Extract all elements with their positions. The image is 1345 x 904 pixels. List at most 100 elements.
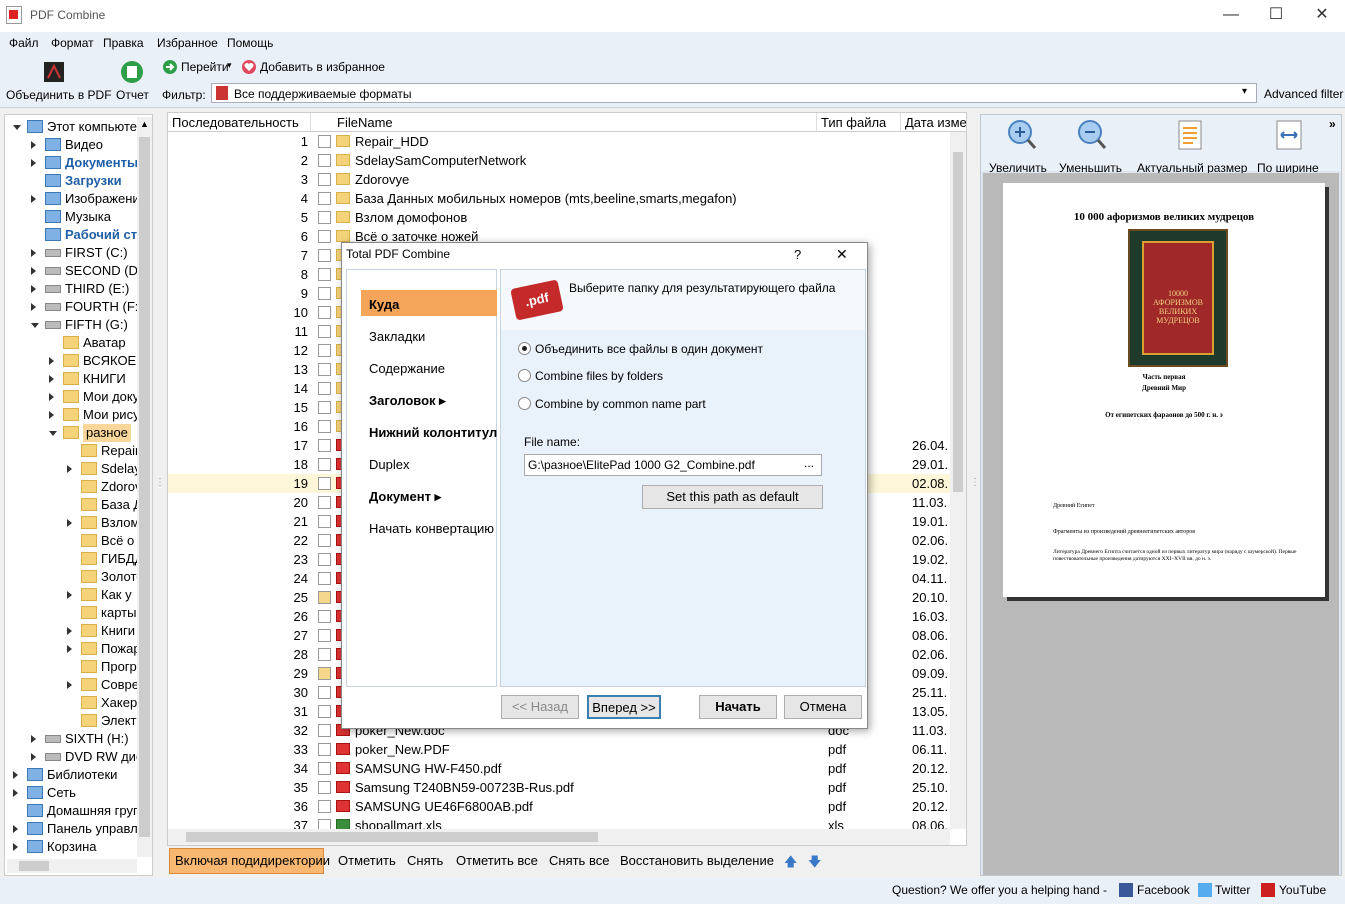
menu-favorites[interactable]: Избранное (157, 36, 218, 50)
twitter-link[interactable]: Twitter (1215, 883, 1250, 897)
file-name-input[interactable]: G:\разное\ElitePad 1000 G2_Combine.pdf .… (524, 454, 822, 476)
expand-down-icon[interactable] (31, 323, 39, 328)
row-checkbox[interactable] (318, 610, 331, 623)
expand-right-icon[interactable] (13, 771, 18, 779)
row-checkbox[interactable] (318, 515, 331, 528)
table-row[interactable]: 35 Samsung T240BN59-00723B-Rus.pdf pdf 25.1… (168, 778, 950, 797)
next-button[interactable]: Вперед >> (587, 695, 661, 719)
zoom-out-button[interactable]: Уменьшить (1057, 117, 1127, 175)
menu-file[interactable]: Файл (9, 36, 39, 50)
facebook-link[interactable]: Facebook (1137, 883, 1190, 897)
col-sequence[interactable]: Последовательность (168, 113, 311, 132)
add-favorite-button[interactable]: Добавить в избранное (242, 59, 385, 77)
table-row[interactable]: 5 Взлом домофонов (168, 208, 950, 227)
row-checkbox[interactable] (318, 287, 331, 300)
overflow-chevron-icon[interactable]: » (1329, 117, 1336, 131)
col-filename[interactable]: FileName (311, 113, 817, 132)
expand-right-icon[interactable] (31, 285, 36, 293)
browse-button[interactable]: ... (804, 456, 814, 470)
preview-canvas[interactable]: 10 000 афоризмов великих мудрецов 10000 … (983, 173, 1339, 875)
expand-right-icon[interactable] (31, 753, 36, 761)
expand-right-icon[interactable] (49, 357, 54, 365)
expand-right-icon[interactable] (31, 249, 36, 257)
row-checkbox[interactable] (318, 553, 331, 566)
expand-right-icon[interactable] (67, 465, 72, 473)
expand-right-icon[interactable] (67, 627, 72, 635)
goto-button[interactable]: Перейти ▾ (163, 59, 235, 77)
wizard-nav-item[interactable]: Duplex (369, 457, 409, 472)
row-checkbox[interactable] (318, 800, 331, 813)
expand-right-icon[interactable] (67, 519, 72, 527)
row-checkbox[interactable] (318, 344, 331, 357)
expand-right-icon[interactable] (31, 303, 36, 311)
row-checkbox[interactable] (318, 781, 331, 794)
expand-right-icon[interactable] (31, 735, 36, 743)
table-row[interactable]: 36 SAMSUNG UE46F6800AB.pdf pdf 20.12. (168, 797, 950, 816)
table-row[interactable]: 1 Repair_HDD (168, 132, 950, 151)
row-checkbox[interactable] (318, 496, 331, 509)
row-checkbox[interactable] (318, 306, 331, 319)
row-checkbox[interactable] (318, 458, 331, 471)
restore-selection-button[interactable]: Восстановить выделение (620, 853, 774, 868)
expand-right-icon[interactable] (31, 159, 36, 167)
tree-scrollbar[interactable]: ▲ (137, 117, 152, 857)
dialog-help-button[interactable]: ? (794, 247, 801, 262)
menu-edit[interactable]: Правка (103, 36, 144, 50)
expand-right-icon[interactable] (49, 411, 54, 419)
mark-all-button[interactable]: Отметить все (456, 853, 538, 868)
folder-tree[interactable]: Этот компьютер Видео Документы Загрузки Изоб… (4, 114, 153, 876)
row-checkbox[interactable] (318, 363, 331, 376)
splitter-handle[interactable]: ⋮ (155, 478, 165, 500)
row-checkbox[interactable] (318, 154, 331, 167)
tree-hscrollbar[interactable] (7, 859, 137, 873)
row-checkbox[interactable] (318, 268, 331, 281)
set-default-path-button[interactable]: Set this path as default (642, 485, 823, 509)
fit-width-button[interactable]: По ширине (1255, 117, 1321, 175)
zoom-in-button[interactable]: Увеличить (987, 117, 1051, 175)
expand-right-icon[interactable] (49, 393, 54, 401)
expand-right-icon[interactable] (13, 843, 18, 851)
maximize-button[interactable]: ☐ (1253, 0, 1299, 32)
row-checkbox[interactable] (318, 591, 331, 604)
row-checkbox[interactable] (318, 382, 331, 395)
chevron-down-icon[interactable]: ▾ (1242, 86, 1247, 97)
grid-scrollbar[interactable] (950, 132, 966, 829)
row-checkbox[interactable] (318, 648, 331, 661)
cancel-button[interactable]: Отмена (784, 695, 862, 719)
arrow-down-icon[interactable]: 🡇 (808, 853, 821, 875)
row-checkbox[interactable] (318, 477, 331, 490)
row-checkbox[interactable] (318, 762, 331, 775)
start-button[interactable]: Начать (699, 695, 777, 719)
wizard-nav-item[interactable]: Закладки (369, 329, 425, 344)
row-checkbox[interactable] (318, 135, 331, 148)
menu-format[interactable]: Формат (51, 36, 94, 50)
expand-right-icon[interactable] (31, 267, 36, 275)
scroll-thumb[interactable] (953, 152, 963, 492)
row-checkbox[interactable] (318, 192, 331, 205)
splitter-handle[interactable]: ⋮ (970, 478, 980, 500)
row-checkbox[interactable] (318, 401, 331, 414)
col-date[interactable]: Дата изме (901, 113, 966, 132)
radio-combine-folders[interactable] (518, 369, 531, 382)
expand-right-icon[interactable] (67, 681, 72, 689)
table-row[interactable]: 34 SAMSUNG HW-F450.pdf pdf 20.12. (168, 759, 950, 778)
wizard-nav-item[interactable]: Заголовок ▸ (369, 393, 446, 409)
table-row[interactable]: 3 Zdorovye (168, 170, 950, 189)
expand-right-icon[interactable] (31, 141, 36, 149)
expand-right-icon[interactable] (67, 645, 72, 653)
dialog-close-button[interactable]: ✕ (836, 246, 848, 263)
row-checkbox[interactable] (318, 173, 331, 186)
row-checkbox[interactable] (318, 724, 331, 737)
unmark-all-button[interactable]: Снять все (549, 853, 609, 868)
scroll-thumb[interactable] (139, 137, 150, 837)
actual-size-button[interactable]: Актуальный размер (1135, 117, 1247, 175)
row-checkbox[interactable] (318, 534, 331, 547)
expand-right-icon[interactable] (31, 195, 36, 203)
close-button[interactable]: ✕ (1299, 0, 1345, 32)
row-checkbox[interactable] (318, 211, 331, 224)
row-checkbox[interactable] (318, 686, 331, 699)
wizard-nav-item[interactable]: Начать конвертацию (369, 521, 494, 536)
row-checkbox[interactable] (318, 249, 331, 262)
hscroll-thumb[interactable] (186, 832, 598, 842)
wizard-nav-item[interactable]: Куда (369, 297, 399, 312)
